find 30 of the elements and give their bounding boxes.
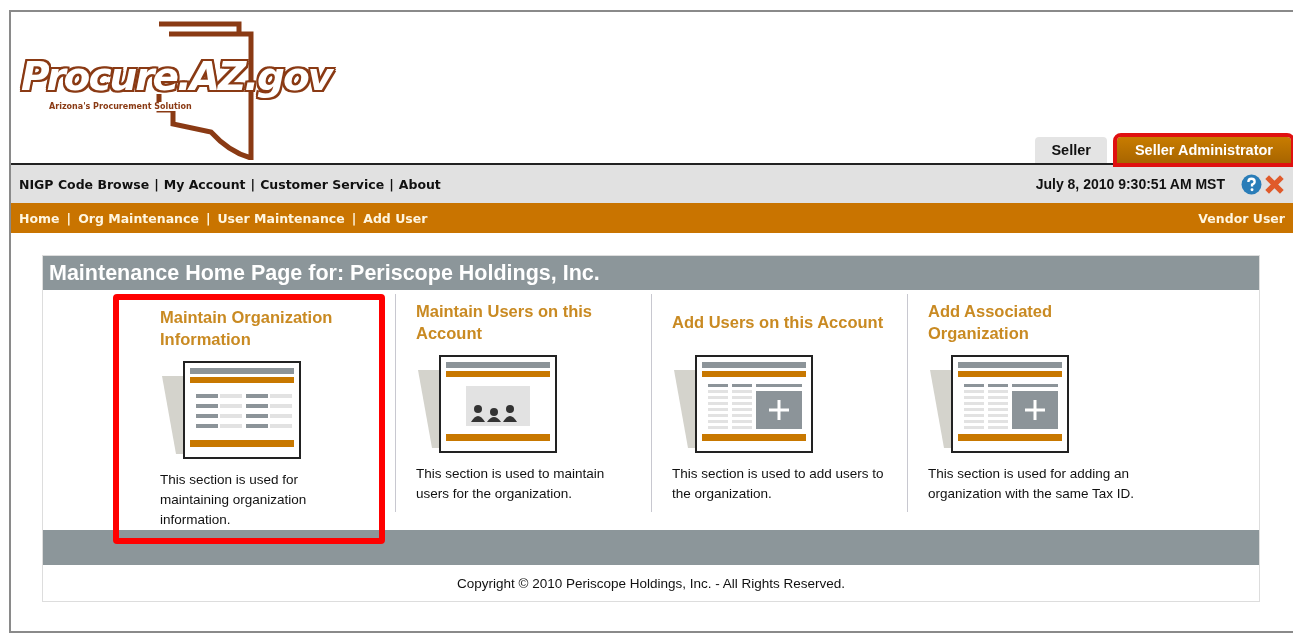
breadcrumb-link[interactable]: Add User xyxy=(363,210,428,226)
separator: | xyxy=(250,176,256,192)
card-description: This section is used for adding an organization with the same Tax ID. xyxy=(928,465,1136,503)
breadcrumb-link[interactable]: Org Maintenance xyxy=(78,210,199,226)
card-title[interactable]: Maintain Users on this Account xyxy=(416,300,631,344)
nav-link[interactable]: My Account xyxy=(163,176,246,192)
card-description: This section is used to maintain users for the organization. xyxy=(416,465,606,503)
panel-title: Maintenance Home Page for: Periscope Holdings, Inc. xyxy=(43,256,1259,290)
card-title[interactable]: Add Users on this Account xyxy=(672,311,884,333)
separator: | xyxy=(351,210,357,226)
separator: | xyxy=(154,176,159,192)
nav-link[interactable]: Customer Service xyxy=(260,176,385,192)
nav-link[interactable]: NIGP Code Browse xyxy=(19,176,150,192)
close-icon[interactable] xyxy=(1264,173,1285,195)
card-title[interactable]: Maintain Organization Information xyxy=(160,306,359,350)
copyright-text: Copyright © 2010 Periscope Holdings, Inc. - All Rights Reserved. xyxy=(456,575,846,591)
card-title[interactable]: Add Associated Organization xyxy=(928,300,1143,344)
user-type: Vendor User xyxy=(1198,210,1285,226)
breadcrumb-link[interactable]: Home xyxy=(19,210,60,226)
breadcrumb-link[interactable]: User Maintenance xyxy=(217,210,345,226)
card-description: This section is used to add users to the organization. xyxy=(672,465,885,503)
role-tab[interactable]: Seller xyxy=(1035,137,1107,163)
separator: | xyxy=(205,210,211,226)
separator: | xyxy=(389,176,394,192)
help-icon[interactable] xyxy=(1241,173,1262,195)
logo-tagline: Arizona's Procurement Solution xyxy=(47,102,194,111)
separator: | xyxy=(66,210,72,226)
nav-link[interactable]: About xyxy=(398,176,441,192)
date-time: July 8, 2010 9:30:51 AM MST xyxy=(1035,176,1225,192)
card-description: This section is used for maintaining organization information. xyxy=(160,471,308,529)
